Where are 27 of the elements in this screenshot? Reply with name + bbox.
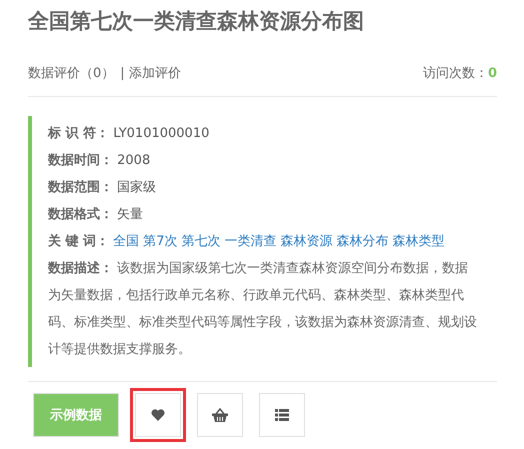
field-value: 矢量 [117,207,144,222]
rating-count: 数据评价（0） [28,65,114,82]
field-value: 国家级 [117,180,156,195]
keyword-link[interactable]: 第七次 [181,234,220,249]
description-text: 数据描述： 该数据为国家级第七次一类清查森林资源空间分布数据，数据为矢量数据，包括行政单元名称、行政单元代码、森林类型、森林类型代码、标准类型、标准类型代码等属性字段，该数据为森林资源清查、规划设计等提供数据支撑服务。 [48,260,477,359]
keyword-link[interactable]: 全国 [113,234,140,249]
keyword-link[interactable]: 第7次 [143,234,178,249]
keyword-link[interactable]: 一类清查 [224,234,276,249]
basket-icon [212,408,228,422]
visits-count: 0 [488,66,497,80]
keyword-link[interactable]: 森林资源 [280,234,332,249]
field-label: 数据时间： [48,153,113,168]
field-label: 关 键 词： [48,234,110,249]
keyword-link[interactable]: 森林分布 [336,234,388,249]
field-label: 标 识 符： [48,126,110,141]
basket-button[interactable] [197,393,243,437]
keyword-link[interactable]: 森林类型 [392,234,444,249]
field-value: 2008 [117,153,150,168]
field-label: 数据格式： [48,207,113,222]
heart-icon [151,409,165,421]
field-label: 数据范围： [48,180,113,195]
field-value: LY0101000010 [113,126,210,141]
page-title: 全国第七次一类清查森林资源分布图 [28,8,365,35]
list-icon [275,409,289,421]
list-button[interactable] [259,393,305,437]
visits-label: 访问次数： [422,65,488,82]
add-rating-link[interactable]: | 添加评价 [120,64,181,82]
